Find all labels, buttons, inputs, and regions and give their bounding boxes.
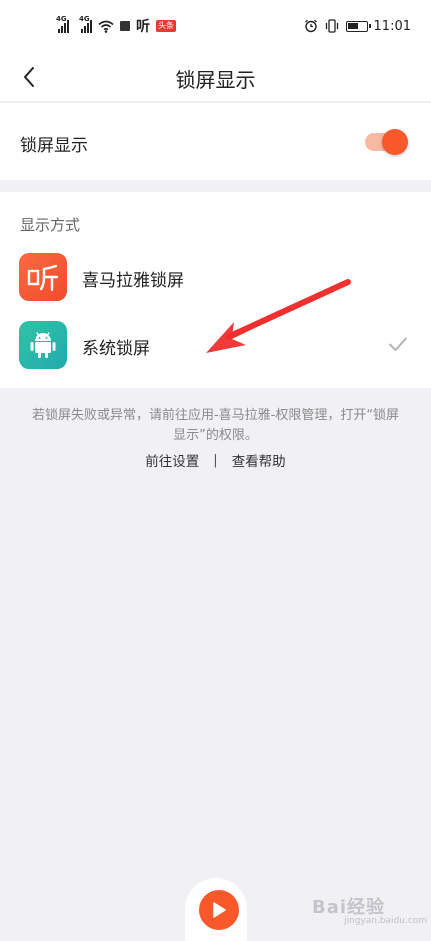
view-help-link[interactable]: 查看帮助 (232, 450, 286, 470)
status-bar-right: 11:01 (304, 19, 411, 34)
option-label: 系统锁屏 (82, 339, 150, 359)
battery-icon (345, 20, 371, 32)
alarm-icon (304, 19, 317, 33)
signal-icon: 4G (56, 15, 69, 33)
page-title: 锁屏显示 (175, 68, 256, 92)
toggle-label: 锁屏显示 (20, 136, 88, 156)
option-system-lockscreen[interactable]: 系统锁屏 (0, 312, 431, 378)
signal-icon: 4G (79, 15, 92, 33)
link-separator: | (213, 452, 218, 468)
network-type: 4G (79, 15, 90, 23)
notification-square-icon (120, 21, 130, 31)
toutiao-badge: 头条 (156, 20, 176, 32)
option-ximalaya-lockscreen[interactable]: 喜马拉雅锁屏 (0, 244, 431, 310)
nav-bar: 锁屏显示 (0, 52, 431, 102)
baidu-watermark-url: jingyan.baidu.com (344, 916, 428, 926)
display-mode-section: 显示方式 喜马拉雅锁屏 系统锁屏 (0, 192, 431, 388)
play-icon (213, 902, 226, 918)
status-time: 11:01 (373, 18, 411, 34)
footer-links: 前往设置 | 查看帮助 (0, 450, 431, 471)
status-bar: 4G 4G 听 头条 11:01 (0, 0, 431, 52)
ximalaya-status-icon: 听 (136, 19, 150, 35)
toggle-switch-knob[interactable] (382, 129, 408, 155)
vibrate-icon (325, 19, 338, 33)
option-label: 喜马拉雅锁屏 (82, 271, 184, 291)
ximalaya-logo-icon (19, 253, 67, 301)
status-bar-left: 4G 4G 听 头条 (56, 15, 176, 36)
network-type: 4G (56, 15, 67, 23)
section-title: 显示方式 (20, 216, 81, 234)
wifi-icon (98, 20, 114, 33)
permission-hint: 若锁屏失败或异常，请前往应用-喜马拉雅-权限管理，打开“锁屏显示”的权限。 (31, 408, 400, 443)
go-settings-link[interactable]: 前往设置 (145, 450, 199, 470)
play-button[interactable] (199, 890, 239, 930)
android-robot-icon (19, 321, 67, 369)
check-icon (389, 337, 407, 351)
